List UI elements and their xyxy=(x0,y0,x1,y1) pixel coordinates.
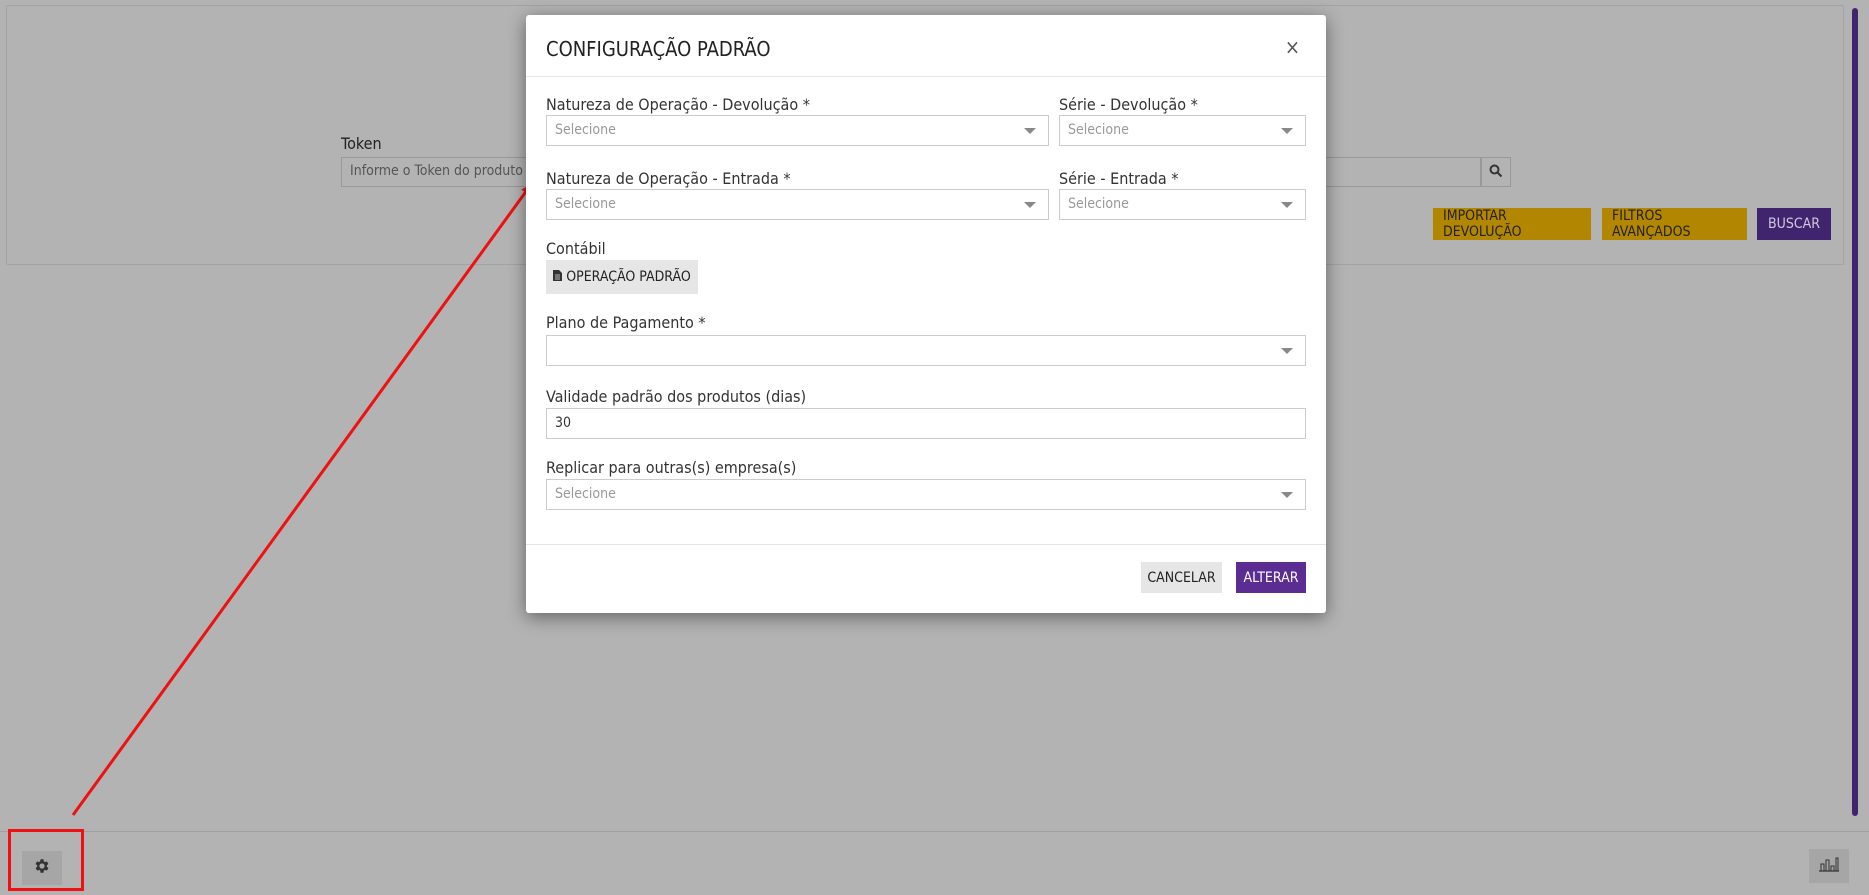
footer-divider-modal xyxy=(526,544,1326,545)
highlight-box xyxy=(8,829,84,891)
validade-label: Validade padrão dos produtos (dias) xyxy=(546,387,807,406)
close-icon[interactable]: × xyxy=(1285,35,1300,59)
natureza-entrada-placeholder: Selecione xyxy=(555,196,616,212)
natureza-entrada-label: Natureza de Operação - Entrada * xyxy=(546,169,791,188)
file-icon xyxy=(553,269,563,285)
chart-button[interactable] xyxy=(1809,849,1849,883)
cancel-button[interactable]: CANCELAR xyxy=(1141,562,1222,593)
chevron-down-icon xyxy=(1281,348,1293,354)
replicar-placeholder: Selecione xyxy=(555,486,616,502)
default-config-modal: CONFIGURAÇÃO PADRÃO × Natureza de Operaç… xyxy=(526,15,1326,613)
plano-pagamento-select[interactable] xyxy=(546,335,1306,366)
scrollbar[interactable] xyxy=(1852,8,1858,816)
advanced-filters-button[interactable]: FILTROS AVANÇADOS xyxy=(1602,208,1747,240)
token-search-button[interactable] xyxy=(1481,157,1511,187)
serie-devolucao-placeholder: Selecione xyxy=(1068,122,1129,138)
plano-pagamento-label: Plano de Pagamento * xyxy=(546,313,706,332)
footer-divider xyxy=(0,831,1869,832)
serie-devolucao-select[interactable]: Selecione xyxy=(1059,115,1306,146)
natureza-devolucao-label: Natureza de Operação - Devolução * xyxy=(546,95,810,114)
default-operation-button[interactable]: OPERAÇÃO PADRÃO xyxy=(546,260,698,294)
import-return-button[interactable]: IMPORTAR DEVOLUÇÃO xyxy=(1433,208,1591,240)
modal-title: CONFIGURAÇÃO PADRÃO xyxy=(546,37,771,61)
chevron-down-icon xyxy=(1281,492,1293,498)
bar-chart-icon xyxy=(1818,856,1840,876)
replicar-select[interactable]: Selecione xyxy=(546,479,1306,510)
serie-entrada-placeholder: Selecione xyxy=(1068,196,1129,212)
chevron-down-icon xyxy=(1281,128,1293,134)
contabil-label: Contábil xyxy=(546,239,606,258)
natureza-devolucao-select[interactable]: Selecione xyxy=(546,115,1049,146)
search-icon xyxy=(1489,163,1503,182)
search-button[interactable]: BUSCAR xyxy=(1757,208,1831,240)
chevron-down-icon xyxy=(1024,128,1036,134)
natureza-devolucao-placeholder: Selecione xyxy=(555,122,616,138)
chevron-down-icon xyxy=(1281,202,1293,208)
natureza-entrada-select[interactable]: Selecione xyxy=(546,189,1049,220)
header-divider xyxy=(526,76,1326,77)
alter-button[interactable]: ALTERAR xyxy=(1236,562,1306,593)
validade-input[interactable]: 30 xyxy=(546,408,1306,439)
chevron-down-icon xyxy=(1024,202,1036,208)
serie-devolucao-label: Série - Devolução * xyxy=(1059,95,1198,114)
replicar-label: Replicar para outras(s) empresa(s) xyxy=(546,458,797,477)
token-label: Token xyxy=(341,134,382,153)
serie-entrada-label: Série - Entrada * xyxy=(1059,169,1179,188)
serie-entrada-select[interactable]: Selecione xyxy=(1059,189,1306,220)
default-operation-label: OPERAÇÃO PADRÃO xyxy=(566,269,691,285)
